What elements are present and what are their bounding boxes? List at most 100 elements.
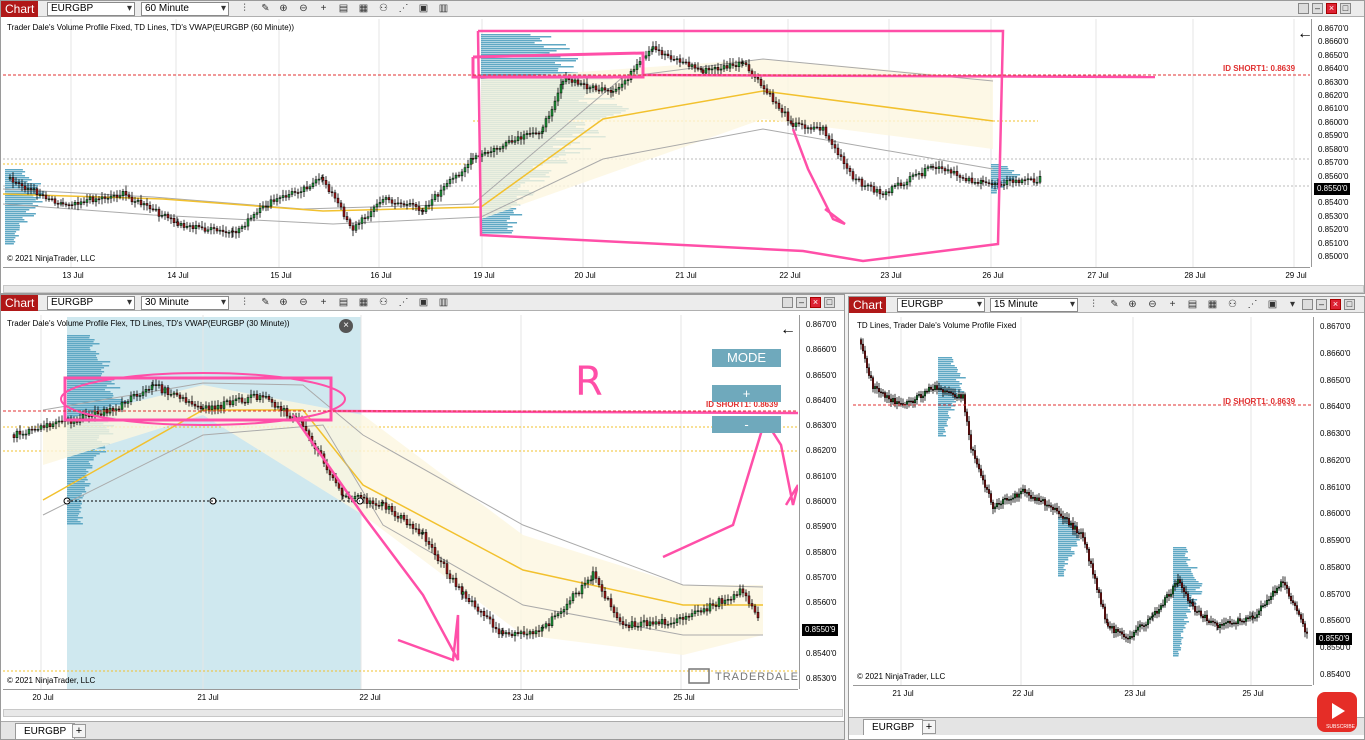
tab-eurgbp[interactable]: EURGBP	[863, 719, 924, 735]
minimize-button[interactable]: –	[796, 297, 807, 308]
volume-profile-bar	[938, 407, 952, 409]
copyright-label: © 2021 NinjaTrader, LLC	[7, 254, 96, 263]
horizontal-scrollbar[interactable]	[3, 285, 1364, 293]
price-chart-svg[interactable]	[3, 19, 1310, 267]
maximize-button[interactable]: □	[1340, 3, 1351, 14]
time-axis-label: 22 Jul	[359, 693, 381, 702]
zoom-out-icon[interactable]: ⊖	[297, 2, 310, 15]
price-chart-plot[interactable]: TD Lines, Trader Dale's Volume Profile F…	[853, 317, 1312, 685]
add-tab-button[interactable]: +	[72, 724, 86, 738]
strategies-icon[interactable]: ⚇	[377, 296, 390, 309]
zoom-in-icon[interactable]: ⊕	[277, 2, 290, 15]
properties-icon[interactable]: ▤	[337, 296, 350, 309]
candle	[336, 197, 340, 204]
candle	[747, 64, 751, 72]
data-box-icon[interactable]: ▣	[417, 296, 430, 309]
more-icon[interactable]: ▾	[1286, 298, 1299, 311]
indicators-icon[interactable]: ▦	[357, 296, 370, 309]
candle	[1028, 492, 1030, 496]
strategies-icon[interactable]: ⚇	[377, 2, 390, 15]
back-arrow-icon[interactable]: ←	[1297, 25, 1310, 43]
price-axis-label: 0.8570'0	[1318, 158, 1349, 168]
restore-button[interactable]	[1302, 299, 1313, 310]
minimize-button[interactable]: –	[1312, 3, 1323, 14]
price-chart-plot[interactable]: Trader Dale's Volume Profile Flex, TD Li…	[3, 315, 798, 689]
price-axis[interactable]: 0.8670'0 0.8660'0 0.8650'0 0.8640'0 0.8630'0…	[799, 315, 844, 689]
indicators-icon[interactable]: ▦	[1206, 298, 1219, 311]
time-axis[interactable]: 20 Jul 21 Jul 22 Jul 23 Jul 25 Jul	[3, 689, 798, 709]
interval-selector[interactable]: 15 Minute	[990, 298, 1078, 312]
tab-eurgbp[interactable]: EURGBP	[15, 723, 76, 739]
maximize-button[interactable]: □	[824, 297, 835, 308]
restore-button[interactable]	[1298, 3, 1309, 14]
zoom-in-icon[interactable]: ⊕	[1126, 298, 1139, 311]
candle	[1078, 532, 1080, 535]
data-box-icon[interactable]: ▣	[1266, 298, 1279, 311]
template-icon[interactable]: ▥	[437, 2, 450, 15]
candle	[708, 603, 712, 612]
candle	[231, 230, 235, 233]
price-chart-svg[interactable]	[853, 317, 1312, 685]
close-profile-icon[interactable]: ×	[339, 319, 353, 333]
strategies-icon[interactable]: ⚇	[1226, 298, 1239, 311]
add-tab-button[interactable]: +	[922, 720, 936, 734]
properties-icon[interactable]: ▤	[1186, 298, 1199, 311]
bar-type-icon[interactable]: ⫶	[238, 2, 251, 15]
instrument-selector[interactable]: EURGBP	[897, 298, 985, 312]
candle	[934, 385, 936, 390]
increase-button[interactable]: +	[712, 385, 781, 402]
candle	[1147, 619, 1149, 625]
price-axis[interactable]: 0.8670'0 0.8660'0 0.8650'0 0.8640'0 0.8630'0…	[1311, 19, 1364, 267]
crosshair-icon[interactable]: +	[317, 2, 330, 15]
properties-icon[interactable]: ▤	[337, 2, 350, 15]
template-icon[interactable]: ▥	[437, 296, 450, 309]
instrument-selector[interactable]: EURGBP	[47, 2, 135, 16]
decrease-button[interactable]: -	[712, 416, 781, 433]
horizontal-scrollbar[interactable]	[3, 709, 843, 717]
crosshair-icon[interactable]: +	[317, 296, 330, 309]
crosshair-icon[interactable]: +	[1166, 298, 1179, 311]
volume-profile-bar	[67, 373, 103, 375]
candle	[448, 179, 452, 184]
time-axis[interactable]: 13 Jul 14 Jul 15 Jul 16 Jul 19 Jul 20 Jul 21 J…	[3, 267, 1310, 285]
restore-button[interactable]	[782, 297, 793, 308]
volume-profile-bar	[67, 353, 100, 355]
back-arrow-icon[interactable]: ←	[780, 321, 796, 339]
close-button[interactable]: ×	[810, 297, 821, 308]
drawing-tools-icon[interactable]: ⋰	[1246, 298, 1259, 311]
pencil-icon[interactable]: ✎	[259, 2, 272, 15]
price-axis[interactable]: 0.8670'0 0.8660'0 0.8650'0 0.8640'0 0.8630'0…	[1313, 317, 1364, 685]
maximize-button[interactable]: □	[1344, 299, 1355, 310]
chart-menu-button[interactable]: Chart	[1, 295, 39, 311]
zoom-out-icon[interactable]: ⊖	[297, 296, 310, 309]
pencil-icon[interactable]: ✎	[259, 296, 272, 309]
price-chart-svg[interactable]	[3, 315, 798, 689]
candle	[374, 503, 378, 506]
zoom-in-icon[interactable]: ⊕	[277, 296, 290, 309]
time-axis[interactable]: 21 Jul 22 Jul 23 Jul 25 Jul	[853, 685, 1312, 705]
instrument-selector[interactable]: EURGBP	[47, 296, 135, 310]
indicators-icon[interactable]: ▦	[357, 2, 370, 15]
candle	[1056, 507, 1058, 512]
candle	[154, 208, 158, 211]
drawing-tools-icon[interactable]: ⋰	[397, 2, 410, 15]
chart-menu-button[interactable]: Chart	[849, 297, 887, 313]
minimize-button[interactable]: –	[1316, 299, 1327, 310]
price-axis-label: 0.8660'0	[1318, 37, 1349, 47]
interval-selector[interactable]: 30 Minute	[141, 296, 229, 310]
candle	[588, 87, 592, 90]
close-button[interactable]: ×	[1326, 3, 1337, 14]
price-chart-plot[interactable]: Trader Dale's Volume Profile Fixed, TD L…	[3, 19, 1310, 267]
data-box-icon[interactable]: ▣	[417, 2, 430, 15]
drawing-tools-icon[interactable]: ⋰	[397, 296, 410, 309]
bar-type-icon[interactable]: ⫶	[1087, 298, 1100, 311]
candle	[1162, 604, 1164, 607]
close-button[interactable]: ×	[1330, 299, 1341, 310]
chart-menu-button[interactable]: Chart	[1, 1, 39, 17]
bar-type-icon[interactable]: ⫶	[238, 296, 251, 309]
candle	[464, 591, 468, 599]
interval-selector[interactable]: 60 Minute	[141, 2, 229, 16]
mode-button[interactable]: MODE	[712, 349, 781, 367]
zoom-out-icon[interactable]: ⊖	[1146, 298, 1159, 311]
pencil-icon[interactable]: ✎	[1108, 298, 1121, 311]
